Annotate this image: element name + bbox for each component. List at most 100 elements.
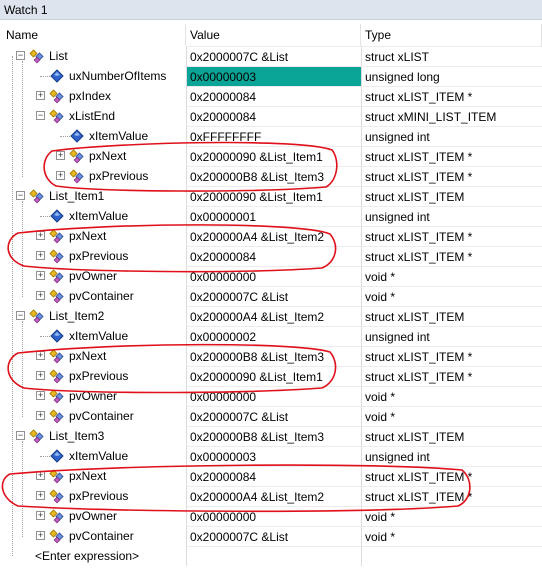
expand-icon[interactable]: + bbox=[36, 491, 45, 500]
name-cell[interactable]: + pxPrevious bbox=[0, 166, 186, 186]
value-cell[interactable]: 0x200000A4 &List_Item2 bbox=[186, 306, 361, 326]
name-cell[interactable]: + pxPrevious bbox=[0, 486, 186, 506]
watch-row[interactable]: + pvContainer 0x2000007C &List void * bbox=[0, 406, 542, 426]
watch-row[interactable]: − List 0x2000007C &List struct xLIST bbox=[0, 46, 542, 66]
collapse-icon[interactable]: − bbox=[16, 311, 25, 320]
value-cell[interactable]: 0x00000003 bbox=[186, 66, 361, 86]
watch-row[interactable]: + pxNext 0x20000090 &List_Item1 struct xLIS… bbox=[0, 146, 542, 166]
expand-icon[interactable]: + bbox=[36, 511, 45, 520]
name-cell[interactable]: − List_Item1 bbox=[0, 186, 186, 206]
watch-row[interactable]: − List_Item2 0x200000A4 &List_Item2 struct … bbox=[0, 306, 542, 326]
watch-row[interactable]: + pvContainer 0x2000007C &List void * bbox=[0, 526, 542, 546]
column-name[interactable]: Name bbox=[0, 24, 186, 46]
expand-icon[interactable]: + bbox=[36, 291, 45, 300]
column-value[interactable]: Value bbox=[186, 24, 361, 46]
watch-row[interactable]: + pvContainer 0x2000007C &List void * bbox=[0, 286, 542, 306]
expand-icon[interactable]: + bbox=[36, 411, 45, 420]
name-cell[interactable]: + pxNext bbox=[0, 346, 186, 366]
name-cell[interactable]: xItemValue bbox=[0, 206, 186, 226]
expand-icon[interactable]: + bbox=[56, 151, 65, 160]
name-cell[interactable]: − xListEnd bbox=[0, 106, 186, 126]
name-cell[interactable]: uxNumberOfItems bbox=[0, 66, 186, 86]
watch-row[interactable]: + pvOwner 0x00000000 void * bbox=[0, 506, 542, 526]
value-cell[interactable]: 0x200000B8 &List_Item3 bbox=[186, 426, 361, 446]
expand-icon[interactable]: + bbox=[56, 171, 65, 180]
name-cell[interactable]: + pxNext bbox=[0, 226, 186, 246]
name-cell[interactable]: + pvContainer bbox=[0, 406, 186, 426]
watch-window-tab[interactable]: Watch 1 bbox=[0, 0, 542, 20]
expand-icon[interactable]: + bbox=[36, 371, 45, 380]
value-cell[interactable] bbox=[186, 546, 361, 566]
value-cell[interactable]: 0x00000000 bbox=[186, 506, 361, 526]
watch-row[interactable]: − List_Item1 0x20000090 &List_Item1 struct … bbox=[0, 186, 542, 206]
name-cell[interactable]: + pxPrevious bbox=[0, 246, 186, 266]
expand-icon[interactable]: + bbox=[36, 231, 45, 240]
name-cell[interactable]: + pvOwner bbox=[0, 506, 186, 526]
watch-row[interactable]: + pxNext 0x200000B8 &List_Item3 struct xLIS… bbox=[0, 346, 542, 366]
watch-row[interactable]: + pxPrevious 0x20000090 &List_Item1 struct … bbox=[0, 366, 542, 386]
value-cell[interactable]: 0x200000A4 &List_Item2 bbox=[186, 226, 361, 246]
expand-icon[interactable]: + bbox=[36, 271, 45, 280]
name-cell[interactable]: xItemValue bbox=[0, 446, 186, 466]
value-cell[interactable]: 0x2000007C &List bbox=[186, 46, 361, 66]
value-cell[interactable]: 0x200000B8 &List_Item3 bbox=[186, 346, 361, 366]
watch-row[interactable]: uxNumberOfItems 0x00000003 unsigned long bbox=[0, 66, 542, 86]
value-cell[interactable]: 0x20000084 bbox=[186, 246, 361, 266]
collapse-icon[interactable]: − bbox=[16, 431, 25, 440]
name-cell[interactable]: xItemValue bbox=[0, 326, 186, 346]
name-cell[interactable]: − List_Item3 bbox=[0, 426, 186, 446]
value-cell[interactable]: 0x00000002 bbox=[186, 326, 361, 346]
value-cell[interactable]: 0x20000084 bbox=[186, 106, 361, 126]
name-cell[interactable]: + pxPrevious bbox=[0, 366, 186, 386]
value-cell[interactable]: 0x20000090 &List_Item1 bbox=[186, 146, 361, 166]
value-cell[interactable]: 0x2000007C &List bbox=[186, 286, 361, 306]
watch-row[interactable]: xItemValue 0xFFFFFFFF unsigned int bbox=[0, 126, 542, 146]
value-cell[interactable]: 0x20000090 &List_Item1 bbox=[186, 366, 361, 386]
name-cell[interactable]: + pxIndex bbox=[0, 86, 186, 106]
watch-row[interactable]: + pxPrevious 0x200000A4 &List_Item2 struct … bbox=[0, 486, 542, 506]
watch-row[interactable]: − List_Item3 0x200000B8 &List_Item3 struct … bbox=[0, 426, 542, 446]
value-cell[interactable]: 0x00000003 bbox=[186, 446, 361, 466]
watch-row[interactable]: xItemValue 0x00000003 unsigned int bbox=[0, 446, 542, 466]
value-cell[interactable]: 0x200000B8 &List_Item3 bbox=[186, 166, 361, 186]
expand-icon[interactable]: + bbox=[36, 531, 45, 540]
collapse-icon[interactable]: − bbox=[16, 51, 25, 60]
name-cell[interactable]: <Enter expression> bbox=[0, 546, 186, 566]
watch-row[interactable]: + pxPrevious 0x200000B8 &List_Item3 struct … bbox=[0, 166, 542, 186]
enter-expression-row[interactable]: <Enter expression> bbox=[0, 546, 542, 566]
value-cell[interactable]: 0x20000084 bbox=[186, 466, 361, 486]
value-cell[interactable]: 0xFFFFFFFF bbox=[186, 126, 361, 146]
watch-row[interactable]: + pvOwner 0x00000000 void * bbox=[0, 386, 542, 406]
watch-row[interactable]: − xListEnd 0x20000084 struct xMINI_LIST_ITE… bbox=[0, 106, 542, 126]
watch-row[interactable]: + pxIndex 0x20000084 struct xLIST_ITEM * bbox=[0, 86, 542, 106]
expand-icon[interactable]: + bbox=[36, 251, 45, 260]
value-cell[interactable]: 0x20000090 &List_Item1 bbox=[186, 186, 361, 206]
watch-row[interactable]: + pxPrevious 0x20000084 struct xLIST_ITEM * bbox=[0, 246, 542, 266]
name-cell[interactable]: − List_Item2 bbox=[0, 306, 186, 326]
name-cell[interactable]: + pvContainer bbox=[0, 526, 186, 546]
name-cell[interactable]: + pxNext bbox=[0, 466, 186, 486]
collapse-icon[interactable]: − bbox=[36, 111, 45, 120]
expand-icon[interactable]: + bbox=[36, 91, 45, 100]
value-cell[interactable]: 0x00000000 bbox=[186, 386, 361, 406]
watch-row[interactable]: xItemValue 0x00000001 unsigned int bbox=[0, 206, 542, 226]
value-cell[interactable]: 0x200000A4 &List_Item2 bbox=[186, 486, 361, 506]
value-cell[interactable]: 0x00000001 bbox=[186, 206, 361, 226]
column-type[interactable]: Type bbox=[361, 24, 542, 46]
value-cell[interactable]: 0x2000007C &List bbox=[186, 406, 361, 426]
value-cell[interactable]: 0x20000084 bbox=[186, 86, 361, 106]
watch-row[interactable]: + pxNext 0x200000A4 &List_Item2 struct xLIS… bbox=[0, 226, 542, 246]
collapse-icon[interactable]: − bbox=[16, 191, 25, 200]
watch-row[interactable]: + pxNext 0x20000084 struct xLIST_ITEM * bbox=[0, 466, 542, 486]
expand-icon[interactable]: + bbox=[36, 471, 45, 480]
watch-row[interactable]: xItemValue 0x00000002 unsigned int bbox=[0, 326, 542, 346]
value-cell[interactable]: 0x2000007C &List bbox=[186, 526, 361, 546]
name-cell[interactable]: + pvContainer bbox=[0, 286, 186, 306]
watch-row[interactable]: + pvOwner 0x00000000 void * bbox=[0, 266, 542, 286]
value-cell[interactable]: 0x00000000 bbox=[186, 266, 361, 286]
name-cell[interactable]: xItemValue bbox=[0, 126, 186, 146]
name-cell[interactable]: + pxNext bbox=[0, 146, 186, 166]
expand-icon[interactable]: + bbox=[36, 351, 45, 360]
expand-icon[interactable]: + bbox=[36, 391, 45, 400]
name-cell[interactable]: + pvOwner bbox=[0, 386, 186, 406]
